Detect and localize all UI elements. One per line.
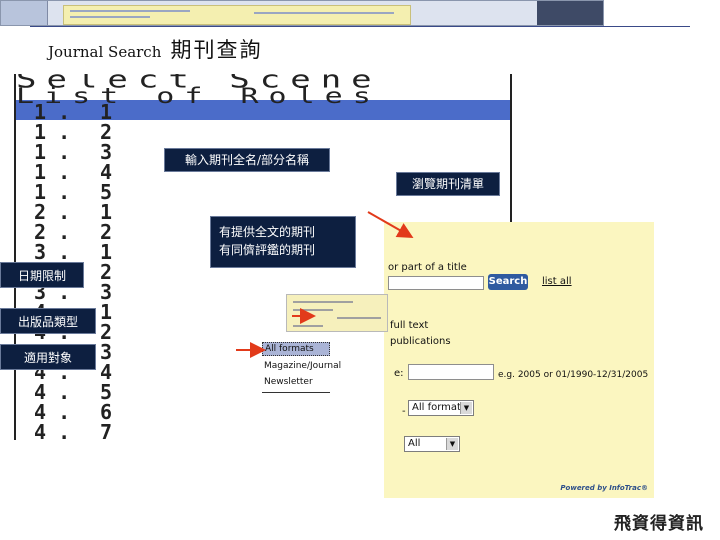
mini-line	[337, 317, 381, 319]
fulltext-label: full text	[390, 320, 429, 331]
page-title: Journal Search 期刊查詢	[48, 34, 262, 64]
callout-fulltext-line2: 有同儕評鑑的期刊	[219, 243, 316, 257]
thumbnail-form-area	[63, 5, 411, 25]
chevron-down-icon: ▼	[446, 438, 458, 450]
callout-fulltext-line1: 有提供全文的期刊	[219, 225, 316, 239]
callout-audience: 適用對象	[0, 344, 96, 370]
page-title-en: Journal Search	[48, 43, 162, 61]
format-select-value: All formats	[412, 402, 467, 413]
top-thumbnail-strip	[0, 0, 604, 26]
publication-type-option[interactable]: Newsletter	[262, 376, 330, 388]
thumbnail-line	[70, 16, 150, 18]
title-prompt-label: or part of a title	[388, 262, 467, 273]
audience-select-value: All	[408, 438, 421, 449]
format-prefix: -	[402, 406, 406, 417]
callout-browse-list: 瀏覽期刊清單	[396, 172, 500, 196]
mini-line	[293, 309, 333, 311]
audience-select[interactable]: All ▼	[404, 436, 460, 452]
thumbnail-line	[70, 10, 190, 12]
callout-input-title: 輸入期刊全名/部分名稱	[164, 148, 330, 172]
mini-line	[293, 301, 353, 303]
date-hint: e.g. 2005 or 01/1990-12/31/2005	[498, 370, 649, 380]
callout-date-limit: 日期限制	[0, 262, 84, 288]
thumbnail-line	[254, 12, 394, 14]
callout-fulltext: 有提供全文的期刊 有同儕評鑑的期刊	[210, 216, 356, 268]
date-input[interactable]	[408, 364, 494, 380]
thumbnail-sidebar	[1, 1, 48, 25]
publication-type-option[interactable]: All formats	[262, 342, 330, 356]
roles-right-column: 1 2 3 4 5 1 2 1 2 3 1 2 3 4 5 6 7 1 2	[100, 100, 113, 440]
title-divider	[30, 26, 690, 27]
publication-type-option[interactable]: Magazine/Journal	[262, 360, 341, 372]
thumbnail-dark-block	[537, 1, 603, 25]
search-button[interactable]: Search	[488, 274, 528, 290]
footer-logo: 飛資得資訊	[614, 514, 704, 534]
format-select[interactable]: All formats ▼	[408, 400, 474, 416]
publication-type-list[interactable]: All formats Magazine/Journal Newsletter	[262, 342, 341, 394]
page-title-zh: 期刊查詢	[170, 38, 263, 62]
mini-screenshot-thumbnail	[286, 294, 388, 332]
date-label: e:	[394, 368, 404, 379]
powered-by-label: Powered by InfoTrac®	[560, 484, 648, 492]
list-bottom-border	[262, 392, 330, 393]
publications-label: publications	[390, 336, 451, 347]
title-search-input[interactable]	[388, 276, 484, 290]
mini-line	[293, 325, 323, 327]
search-form-panel: or part of a title Search list all full …	[384, 222, 654, 498]
list-all-link[interactable]: list all	[542, 276, 572, 287]
callout-pub-type: 出版品類型	[0, 308, 96, 334]
chevron-down-icon: ▼	[460, 402, 472, 414]
roles-heading-2: List of Roles	[16, 84, 381, 109]
